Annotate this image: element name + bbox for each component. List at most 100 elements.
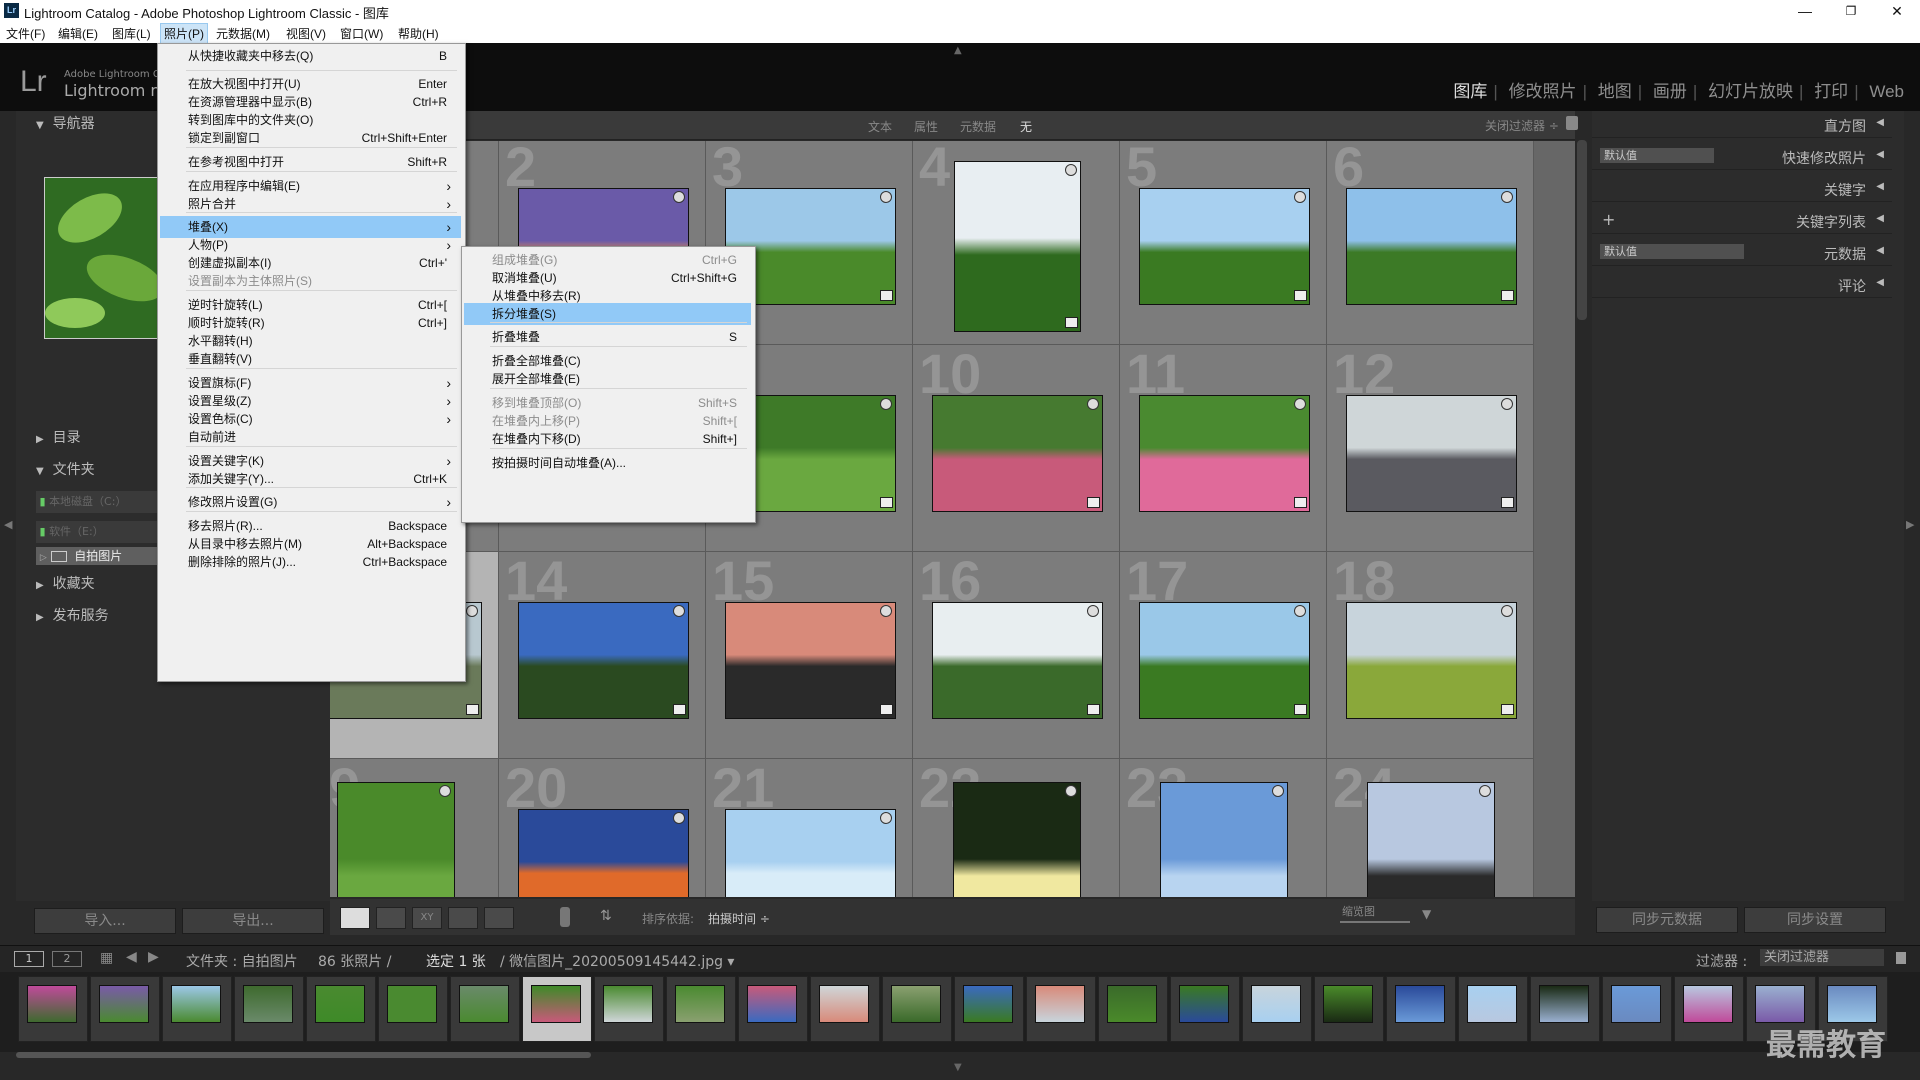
quick-collection-icon[interactable] bbox=[1479, 785, 1491, 797]
photo-thumbnail[interactable] bbox=[1346, 395, 1517, 512]
photo-menu-item[interactable]: 自动前进 bbox=[160, 426, 461, 448]
filmstrip-thumb[interactable] bbox=[1458, 976, 1528, 1042]
filmstrip-thumb[interactable] bbox=[1098, 976, 1168, 1042]
histogram-header[interactable]: 直方图 ◀ bbox=[1592, 111, 1892, 138]
quick-develop-header[interactable]: 默认值 快速修改照片 ◀ bbox=[1592, 143, 1892, 170]
quick-collection-icon[interactable] bbox=[1272, 785, 1284, 797]
quick-collection-icon[interactable] bbox=[673, 812, 685, 824]
grid-cell[interactable]: 4 bbox=[913, 141, 1120, 345]
bottom-panel-arrow-icon[interactable]: ▼ bbox=[954, 1062, 962, 1073]
photo-thumbnail[interactable] bbox=[1346, 188, 1517, 305]
stack-menu-item[interactable]: 展开全部堆叠(E) bbox=[464, 368, 751, 390]
filmstrip-thumb[interactable] bbox=[1242, 976, 1312, 1042]
photo-thumbnail[interactable] bbox=[1160, 782, 1288, 897]
menu-window[interactable]: 窗口(W) bbox=[340, 25, 383, 42]
folder-volume-e[interactable]: ▮ 软件（E:） bbox=[36, 521, 176, 543]
filmstrip-thumb[interactable] bbox=[450, 976, 520, 1042]
sort-direction-icon[interactable]: ⇅ bbox=[600, 908, 612, 924]
grid-cell[interactable]: 11 bbox=[1120, 345, 1327, 552]
stack-menu-item[interactable]: 在堆叠内下移(D) Shift+] bbox=[464, 428, 751, 450]
stack-menu-item[interactable]: 折叠堆叠 S bbox=[464, 326, 751, 348]
filmstrip-thumb[interactable] bbox=[522, 976, 592, 1042]
compare-view-icon[interactable]: XY bbox=[412, 907, 442, 929]
stack-menu-item[interactable]: 按拍摄时间自动堆叠(A)... bbox=[464, 452, 751, 474]
quick-collection-icon[interactable] bbox=[1065, 164, 1077, 176]
photo-menu-item[interactable]: 删除排除的照片(J)... Ctrl+Backspace bbox=[160, 551, 461, 573]
photo-menu-item[interactable]: 垂直翻转(V) bbox=[160, 348, 461, 370]
grid-cell[interactable]: 10 bbox=[913, 345, 1120, 552]
photo-thumbnail[interactable] bbox=[954, 161, 1081, 332]
quick-collection-icon[interactable] bbox=[1501, 191, 1513, 203]
quick-collection-icon[interactable] bbox=[880, 398, 892, 410]
thumbnail-size-slider[interactable] bbox=[1340, 921, 1410, 923]
loupe-view-icon[interactable] bbox=[376, 907, 406, 929]
plus-icon[interactable]: + bbox=[1602, 210, 1615, 229]
selected-filename[interactable]: / 微信图片_20200509145442.jpg ▾ bbox=[500, 951, 734, 971]
navigator-header[interactable]: ▼ 导航器 bbox=[36, 111, 95, 137]
quick-collection-icon[interactable] bbox=[673, 191, 685, 203]
photo-menu-item[interactable]: 在参考视图中打开 Shift+R bbox=[160, 151, 461, 173]
filter-select[interactable]: 关闭过滤器 bbox=[1760, 949, 1884, 966]
quick-collection-icon[interactable] bbox=[466, 605, 478, 617]
survey-view-icon[interactable] bbox=[448, 907, 478, 929]
filmstrip-thumb[interactable] bbox=[882, 976, 952, 1042]
chevron-down-icon[interactable]: ▼ bbox=[1422, 907, 1431, 921]
menu-help[interactable]: 帮助(H) bbox=[398, 25, 439, 42]
quick-collection-icon[interactable] bbox=[880, 191, 892, 203]
menu-edit[interactable]: 编辑(E) bbox=[58, 25, 98, 42]
module-map[interactable]: 地图 bbox=[1598, 82, 1632, 101]
menu-file[interactable]: 文件(F) bbox=[6, 25, 45, 42]
publish-header[interactable]: ▶ 发布服务 bbox=[36, 603, 109, 629]
photo-thumbnail[interactable] bbox=[953, 782, 1081, 897]
grid-view-icon[interactable] bbox=[340, 907, 370, 929]
filmstrip-thumb[interactable] bbox=[162, 976, 232, 1042]
photo-thumbnail[interactable] bbox=[1139, 602, 1310, 719]
filmstrip-thumb[interactable] bbox=[594, 976, 664, 1042]
grid-cell[interactable]: 19 bbox=[330, 759, 499, 897]
filmstrip-thumb[interactable] bbox=[1674, 976, 1744, 1042]
quick-collection-icon[interactable] bbox=[1294, 191, 1306, 203]
left-panel-arrow-icon[interactable]: ◀ bbox=[4, 518, 12, 531]
keyword-list-header[interactable]: + 关键字列表 ◀ bbox=[1592, 207, 1892, 234]
photo-thumbnail[interactable] bbox=[1367, 782, 1495, 897]
filter-attribute[interactable]: 属性 bbox=[914, 118, 938, 135]
lock-icon[interactable] bbox=[1896, 952, 1906, 964]
filmstrip-thumb[interactable] bbox=[810, 976, 880, 1042]
menu-library[interactable]: 图库(L) bbox=[112, 25, 151, 42]
right-panel-arrow-icon[interactable]: ▶ bbox=[1906, 518, 1914, 531]
module-develop[interactable]: 修改照片 bbox=[1509, 82, 1577, 101]
photo-thumbnail[interactable] bbox=[1139, 395, 1310, 512]
quick-collection-icon[interactable] bbox=[1087, 605, 1099, 617]
quick-collection-icon[interactable] bbox=[673, 605, 685, 617]
filter-metadata[interactable]: 元数据 bbox=[960, 118, 996, 135]
filmstrip-thumb[interactable] bbox=[1530, 976, 1600, 1042]
menu-photo[interactable]: 照片(P) bbox=[160, 23, 208, 44]
quick-collection-icon[interactable] bbox=[880, 812, 892, 824]
grid-cell[interactable]: 12 bbox=[1327, 345, 1534, 552]
secondary-screen-button[interactable]: 2 bbox=[52, 951, 82, 967]
filmstrip-thumb[interactable] bbox=[954, 976, 1024, 1042]
grid-cell[interactable]: 23 bbox=[1120, 759, 1327, 897]
grid-cell[interactable]: 21 bbox=[706, 759, 913, 897]
module-book[interactable]: 画册 bbox=[1653, 82, 1687, 101]
filmstrip-thumb[interactable] bbox=[306, 976, 376, 1042]
module-print[interactable]: 打印 bbox=[1814, 82, 1848, 101]
quick-develop-preset-select[interactable]: 默认值 bbox=[1600, 148, 1714, 163]
grid-scrollbar[interactable] bbox=[1577, 140, 1587, 320]
menu-metadata[interactable]: 元数据(M) bbox=[216, 25, 270, 42]
minimize-button[interactable]: — bbox=[1782, 0, 1828, 22]
lock-icon[interactable] bbox=[1566, 116, 1578, 130]
import-button[interactable]: 导入... bbox=[34, 908, 176, 934]
photo-thumbnail[interactable] bbox=[1139, 188, 1310, 305]
photo-thumbnail[interactable] bbox=[932, 395, 1103, 512]
module-slideshow[interactable]: 幻灯片放映 bbox=[1708, 82, 1793, 101]
filmstrip[interactable] bbox=[0, 972, 1920, 1052]
primary-screen-button[interactable]: 1 bbox=[14, 951, 44, 967]
module-library[interactable]: 图库 bbox=[1453, 82, 1487, 101]
top-panel-arrow-icon[interactable]: ▲ bbox=[954, 45, 962, 56]
sync-metadata-button[interactable]: 同步元数据 bbox=[1596, 907, 1738, 933]
filter-none[interactable]: 无 bbox=[1020, 118, 1032, 135]
grid-cell[interactable]: 20 bbox=[499, 759, 706, 897]
photo-menu-item[interactable]: 修改照片设置(G) › bbox=[160, 491, 461, 513]
forward-arrow-icon[interactable]: ▶ bbox=[148, 949, 159, 965]
